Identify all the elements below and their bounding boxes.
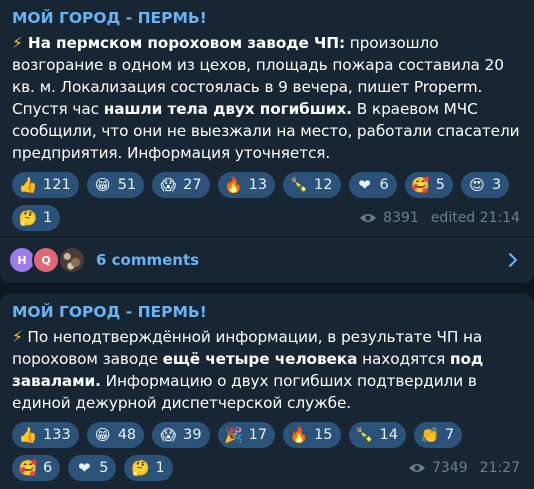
channel-post-1: МОЙ ГОРОД - ПЕРМЬ! ⚡ На пермском порохов… [0, 0, 534, 283]
reaction-count: 5 [99, 460, 109, 476]
smiling-hearts-icon: 🥰 [411, 176, 431, 194]
reaction-count: 133 [43, 427, 71, 443]
reaction-thinking[interactable]: 🤔 1 [124, 455, 173, 481]
reaction-count: 39 [183, 427, 202, 443]
reaction-count: 1 [155, 460, 165, 476]
reaction-count: 27 [183, 177, 202, 193]
reaction-thumbs-up[interactable]: 👍 121 [12, 172, 79, 198]
heart-icon: ❤ [358, 176, 371, 194]
commenter-avatars: H Q [8, 246, 88, 274]
comments-label: 6 comments [96, 251, 200, 269]
reaction-champagne[interactable]: 🍾 12 [283, 172, 341, 198]
reaction-count: 15 [314, 427, 333, 443]
reaction-count: 6 [43, 460, 53, 476]
reaction-count: 48 [117, 427, 137, 443]
post-time: 21:27 [479, 460, 520, 476]
post-text: ⚡ По неподтверждённой информации, в резу… [12, 326, 522, 414]
views-count: 7349 [432, 460, 468, 476]
reaction-party-popper[interactable]: 🎉 17 [217, 422, 276, 448]
fire-icon: 🔥 [289, 426, 309, 444]
reaction-count: 51 [117, 177, 137, 193]
thinking-icon: 🤔 [18, 209, 38, 227]
views-count: 8391 [383, 210, 419, 226]
reaction-champagne[interactable]: 🍾 14 [348, 422, 406, 448]
reaction-smiling-hearts[interactable]: 🥰 6 [12, 455, 61, 481]
channel-name[interactable]: МОЙ ГОРОД - ПЕРМЬ! [12, 302, 522, 322]
reaction-fire[interactable]: 🔥 15 [283, 422, 341, 448]
reaction-count: 1 [43, 210, 53, 226]
reaction-heart[interactable]: ❤ 5 [68, 455, 117, 481]
thumbs-up-icon: 👍 [18, 426, 38, 444]
champagne-icon: 🍾 [355, 426, 374, 444]
chevron-right-icon [509, 253, 517, 267]
post-meta: 7349 21:27 [408, 460, 520, 476]
channel-name[interactable]: МОЙ ГОРОД - ПЕРМЬ! [12, 8, 522, 28]
comments-button[interactable]: H Q 6 comments [0, 237, 534, 283]
reaction-thinking[interactable]: 🤔 1 [12, 205, 61, 231]
grin-icon: 😁 [94, 426, 111, 444]
channel-post-2: МОЙ ГОРОД - ПЕРМЬ! ⚡ По неподтверждённой… [0, 294, 534, 489]
reaction-count: 3 [491, 177, 502, 193]
reaction-heart[interactable]: ❤ 6 [348, 172, 397, 198]
post-time: edited 21:14 [430, 210, 520, 226]
party-popper-icon: 🎉 [224, 426, 243, 444]
heart-eyes-icon: 😍 [469, 176, 485, 194]
reaction-count: 6 [379, 177, 389, 193]
smiling-hearts-icon: 🥰 [18, 459, 38, 477]
reaction-grin[interactable]: 😁 51 [86, 172, 145, 198]
reaction-thumbs-up[interactable]: 👍 133 [12, 422, 79, 448]
eye-icon [409, 464, 425, 472]
reaction-heart-eyes[interactable]: 😍 3 [460, 172, 510, 198]
post-text-bold: ещё четыре человека [162, 350, 358, 368]
reaction-smiling-hearts[interactable]: 🥰 5 [404, 172, 453, 198]
clap-icon: 👏 [420, 426, 440, 444]
thinking-icon: 🤔 [131, 459, 150, 477]
reaction-count: 121 [43, 177, 71, 193]
scream-icon: 😱 [160, 426, 176, 444]
reaction-count: 12 [314, 177, 333, 193]
reaction-clap[interactable]: 👏 7 [413, 422, 463, 448]
reaction-grin[interactable]: 😁 48 [86, 422, 145, 448]
reaction-scream[interactable]: 😱 39 [152, 422, 210, 448]
thumbs-up-icon: 👍 [18, 176, 38, 194]
reaction-count: 7 [444, 427, 455, 443]
reaction-count: 14 [379, 427, 398, 443]
reaction-count: 13 [248, 177, 268, 193]
post-text: ⚡ На пермском пороховом заводе ЧП: произ… [12, 32, 522, 164]
reaction-count: 5 [435, 177, 445, 193]
lightning-icon: ⚡ [12, 328, 23, 346]
champagne-icon: 🍾 [289, 176, 309, 194]
reaction-fire[interactable]: 🔥 13 [217, 172, 276, 198]
avatar: Q [32, 246, 60, 274]
heart-icon: ❤ [77, 459, 91, 477]
grin-icon: 😁 [94, 176, 111, 194]
lightning-icon: ⚡ [12, 34, 23, 52]
scream-icon: 😱 [160, 176, 176, 194]
reaction-scream[interactable]: 😱 27 [152, 172, 210, 198]
post-meta: 8391 edited 21:14 [359, 210, 520, 226]
post-text-bold: нашли тела двух погибших. [103, 100, 353, 118]
post-text-part: находятся [357, 350, 451, 368]
reaction-count: 17 [248, 427, 268, 443]
fire-icon: 🔥 [224, 176, 243, 194]
post-text-bold: На пермском пороховом заводе ЧП: [22, 34, 345, 52]
avatar [58, 246, 86, 274]
eye-icon [360, 214, 377, 222]
